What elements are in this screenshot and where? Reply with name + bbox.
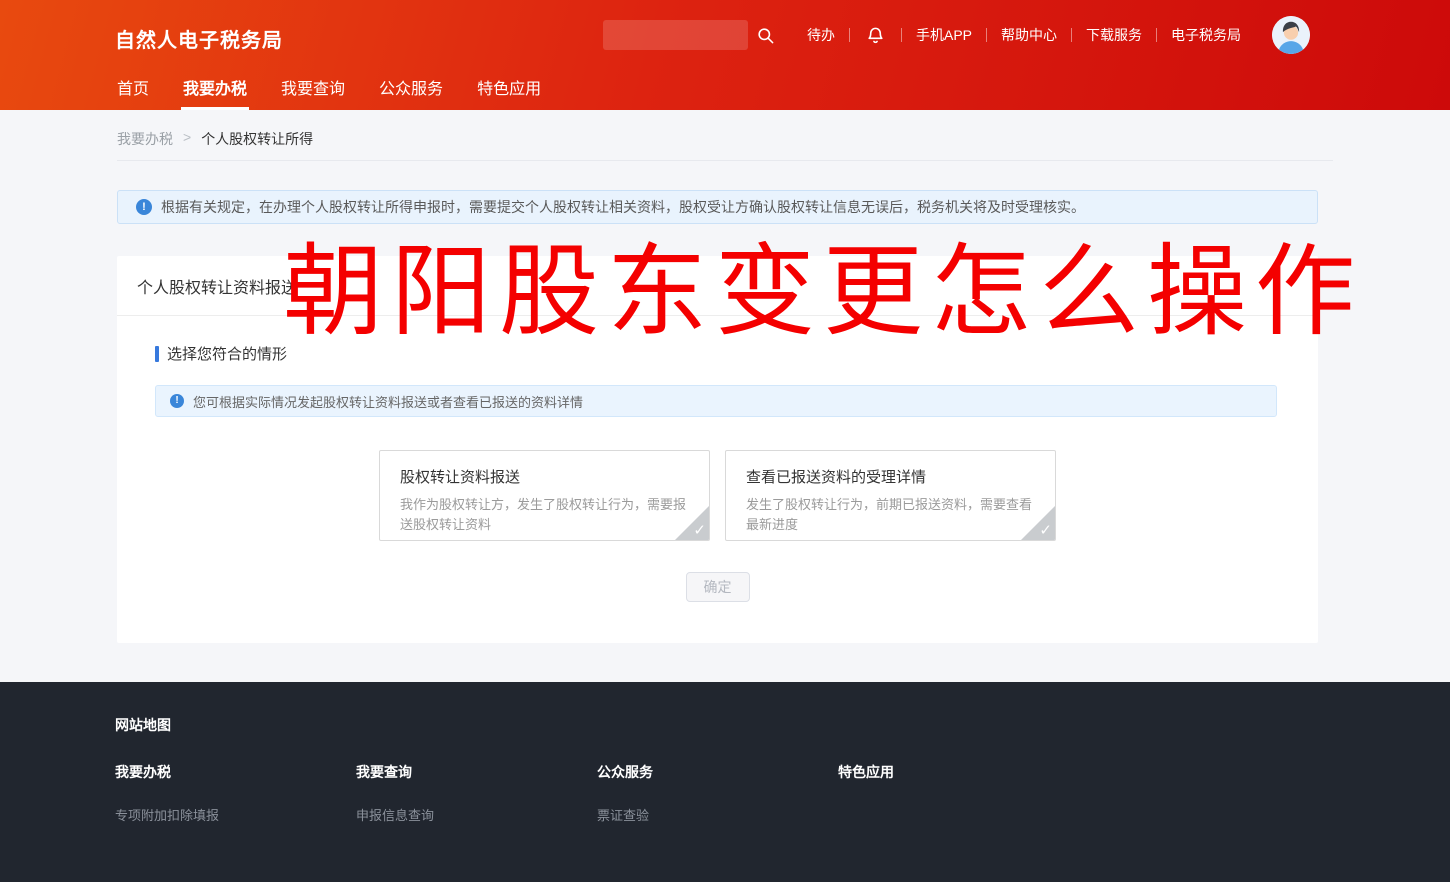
sitemap-title: 网站地图 <box>115 717 171 733</box>
etax-bureau-link[interactable]: 电子税务局 <box>1157 25 1255 45</box>
main-panel: 个人股权转让资料报送 选择您符合的情形 ! 您可根据实际情况发起股权转让资料报送… <box>117 256 1318 643</box>
breadcrumb-parent[interactable]: 我要办税 <box>117 129 173 160</box>
nav-item-tax-handling[interactable]: 我要办税 <box>181 76 250 110</box>
notice-banner: ! 根据有关规定，在办理个人股权转让所得申报时，需要提交个人股权转让相关资料，股… <box>117 190 1318 224</box>
option-description: 发生了股权转让行为，前期已报送资料，需要查看最新进度 <box>746 497 1033 532</box>
checkmark-icon: ✓ <box>693 522 706 539</box>
panel-title: 个人股权转让资料报送 <box>117 256 1318 316</box>
app-logo: 自然人电子税务局 <box>115 30 283 52</box>
section-title: 选择您符合的情形 <box>167 346 288 363</box>
option-title: 股权转让资料报送 <box>400 469 521 486</box>
info-circle-icon: ! <box>136 199 152 215</box>
footer-column-title: 公众服务 <box>597 764 653 780</box>
breadcrumb-current: 个人股权转让所得 <box>201 131 314 147</box>
hint-banner: ! 您可根据实际情况发起股权转让资料报送或者查看已报送的资料详情 <box>155 385 1277 417</box>
header-quick-menu: 待办 手机APP 帮助中心 下载服务 电子税务局 <box>793 22 1255 48</box>
search-input[interactable] <box>603 20 748 50</box>
breadcrumb: 我要办税 > 个人股权转让所得 <box>117 129 1333 161</box>
chevron-right-icon: > <box>183 129 192 145</box>
main-nav: 首页 我要办税 我要查询 公众服务 特色应用 <box>115 76 543 110</box>
help-center-link[interactable]: 帮助中心 <box>987 25 1071 45</box>
confirm-button[interactable]: 确定 <box>685 572 750 602</box>
app-header: 自然人电子税务局 待办 手机APP 帮助中心 下载服务 电子税务局 首页 我要办… <box>0 0 1450 110</box>
section-accent-bar <box>155 345 159 362</box>
option-cards: 股权转让资料报送 我作为股权转让方，发生了股权转让行为，需要报送股权转让资料 ✓… <box>117 450 1318 541</box>
option-card-view-progress[interactable]: 查看已报送资料的受理详情 发生了股权转让行为，前期已报送资料，需要查看最新进度 … <box>725 450 1056 541</box>
search-icon[interactable] <box>756 26 775 45</box>
hint-text: 您可根据实际情况发起股权转让资料报送或者查看已报送的资料详情 <box>193 394 584 410</box>
mobile-app-link[interactable]: 手机APP <box>902 25 986 45</box>
search-box <box>603 20 775 50</box>
notification-bell-icon[interactable] <box>850 25 901 46</box>
nav-item-inquiry[interactable]: 我要查询 <box>279 76 347 110</box>
page-footer: 网站地图 我要办税 专项附加扣除填报 我要查询 申报信息查询 公众服务 票证查验… <box>0 682 1450 882</box>
footer-column-title: 我要查询 <box>356 764 412 780</box>
nav-item-featured-apps[interactable]: 特色应用 <box>475 76 543 110</box>
option-title: 查看已报送资料的受理详情 <box>746 469 927 486</box>
option-description: 我作为股权转让方，发生了股权转让行为，需要报送股权转让资料 <box>400 497 687 532</box>
notice-text: 根据有关规定，在办理个人股权转让所得申报时，需要提交个人股权转让相关资料，股权受… <box>161 199 1085 215</box>
user-avatar[interactable] <box>1272 16 1310 54</box>
download-service-link[interactable]: 下载服务 <box>1072 25 1156 45</box>
nav-item-public-service[interactable]: 公众服务 <box>377 76 445 110</box>
nav-item-home[interactable]: 首页 <box>115 76 151 110</box>
footer-column-title: 我要办税 <box>115 764 171 780</box>
info-circle-icon: ! <box>170 394 184 408</box>
option-card-submit-materials[interactable]: 股权转让资料报送 我作为股权转让方，发生了股权转让行为，需要报送股权转让资料 ✓ <box>379 450 710 541</box>
checkmark-icon: ✓ <box>1039 522 1052 539</box>
footer-column-title: 特色应用 <box>838 764 894 780</box>
section-heading: 选择您符合的情形 <box>155 343 1318 364</box>
todo-link[interactable]: 待办 <box>793 25 849 45</box>
